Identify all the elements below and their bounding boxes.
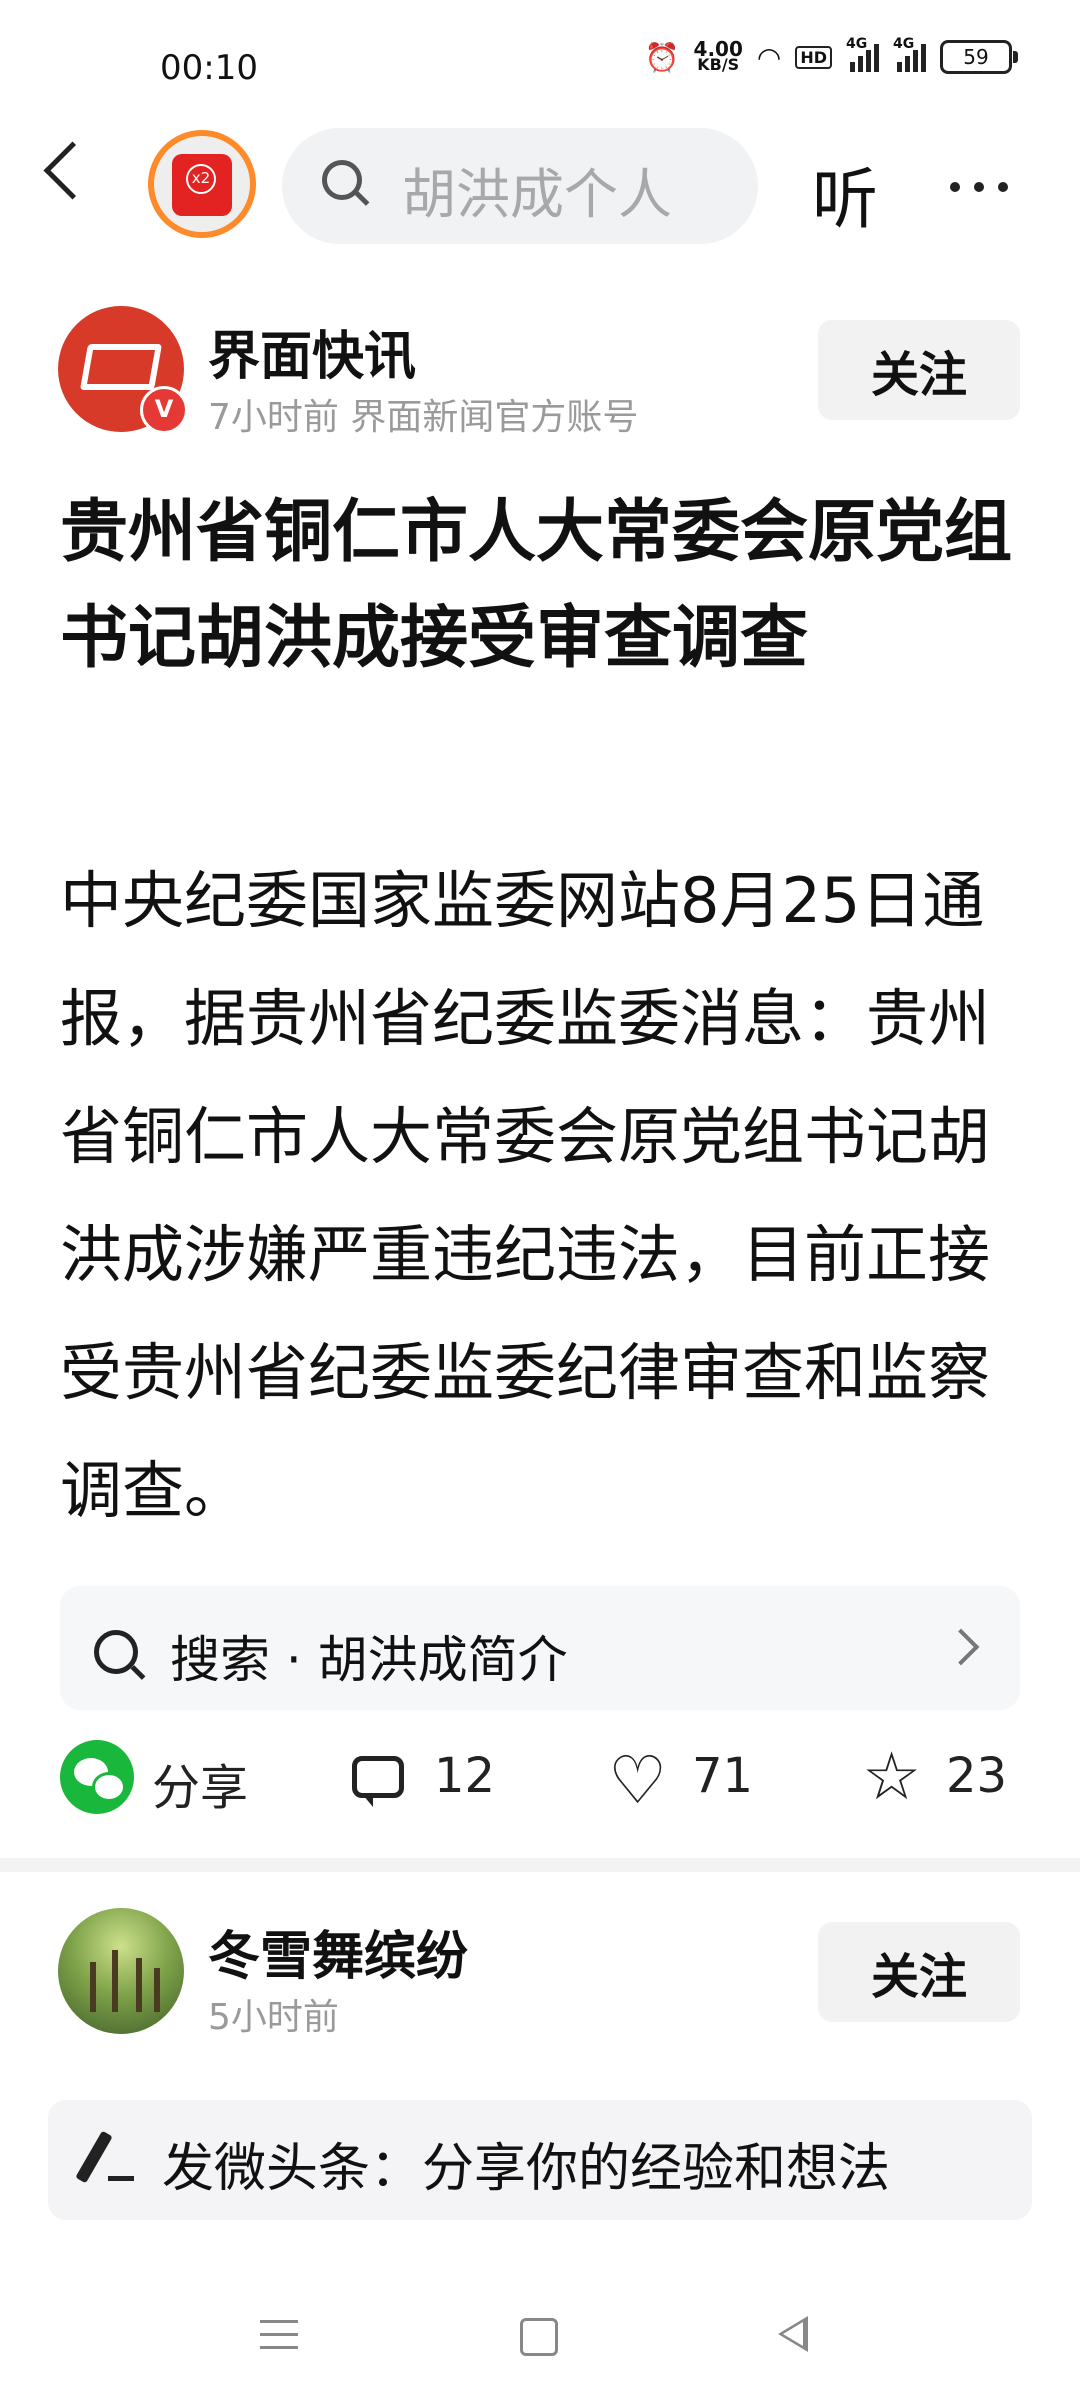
listen-button[interactable]: 听 — [812, 146, 878, 242]
more-icon[interactable] — [950, 182, 1008, 192]
net-speed: 4.00 KB/S — [693, 37, 743, 74]
status-icons: ⏰ 4.00 KB/S ◠ HD 4G 4G 59 — [644, 36, 1018, 74]
commenter-avatar[interactable] — [58, 1908, 184, 2034]
author-name[interactable]: 界面快讯 — [208, 314, 416, 389]
commenter-name[interactable]: 冬雪舞缤纷 — [208, 1914, 468, 1989]
jiemian-logo-icon — [79, 344, 163, 390]
home-icon[interactable] — [520, 2318, 558, 2356]
wifi-icon: ◠ — [756, 40, 782, 74]
search-icon — [322, 160, 362, 200]
author-avatar[interactable]: V — [58, 306, 188, 434]
signal-icon-2: 4G — [893, 36, 926, 72]
wechat-icon[interactable] — [60, 1740, 134, 1814]
follow-button-commenter[interactable]: 关注 — [818, 1922, 1020, 2022]
menu-icon[interactable] — [260, 2320, 298, 2359]
hd-icon: HD — [795, 45, 832, 69]
comment-icon[interactable] — [352, 1756, 404, 1807]
like-count: 71 — [692, 1748, 754, 1804]
comment-time: 5小时前 — [208, 1997, 339, 2038]
share-label[interactable]: 分享 — [152, 1748, 248, 1818]
battery-icon: 59 — [940, 40, 1018, 74]
related-search-text[interactable]: 搜索 · 胡洪成简介 — [170, 1620, 568, 1692]
article-body: 中央纪委国家监委网站8月25日通报，据贵州省纪委监委消息：贵州省铜仁市人大常委会… — [60, 864, 991, 1527]
nav-back-icon[interactable] — [778, 2316, 808, 2352]
pen-underline — [108, 2176, 134, 2181]
signal-icon-1: 4G — [846, 36, 879, 72]
heart-icon[interactable]: ♡ — [608, 1748, 667, 1814]
article-title: 贵州省铜仁市人大常委会原党组书记胡洪成接受审查调查 — [60, 493, 1013, 678]
section-divider — [0, 1858, 1080, 1872]
favorite-count: 23 — [946, 1748, 1008, 1804]
search-icon — [94, 1630, 138, 1674]
search-input[interactable]: 胡洪成个人 — [402, 150, 672, 229]
comment-count: 12 — [434, 1748, 496, 1804]
back-arrow-icon[interactable] — [43, 141, 102, 200]
red-packet-button[interactable]: x2 — [148, 130, 256, 238]
status-time: 00:10 — [160, 48, 258, 88]
multiplier-badge: x2 — [186, 164, 216, 194]
star-icon[interactable]: ☆ — [862, 1744, 921, 1810]
composer-placeholder[interactable]: 发微头条：分享你的经验和想法 — [162, 2126, 890, 2201]
alarm-icon: ⏰ — [644, 40, 680, 74]
author-meta: 7小时前 界面新闻官方账号 — [208, 397, 639, 438]
verified-badge: V — [140, 386, 188, 434]
follow-button[interactable]: 关注 — [818, 320, 1020, 420]
